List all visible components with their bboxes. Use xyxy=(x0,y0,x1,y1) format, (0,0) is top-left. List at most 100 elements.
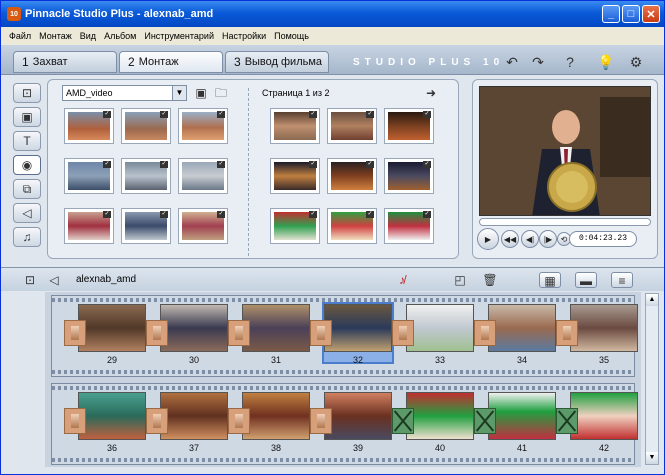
transition-placeholder-icon[interactable] xyxy=(310,320,332,346)
transition-placeholder-icon[interactable] xyxy=(64,408,86,434)
menu-settings[interactable]: Настройки xyxy=(218,31,270,41)
trash-icon[interactable]: 🗑 xyxy=(481,272,499,288)
storyboard-clip[interactable]: 29 xyxy=(78,304,146,365)
menu-file[interactable]: Файл xyxy=(5,31,35,41)
tab-sound-icon[interactable]: ◁ xyxy=(13,203,41,223)
transition-placeholder-icon[interactable] xyxy=(392,320,414,346)
album-thumbnail[interactable]: ✓ xyxy=(327,208,377,244)
storyboard-clip[interactable]: 32 xyxy=(322,302,394,365)
transition-icon[interactable] xyxy=(392,408,414,434)
album-thumbnail[interactable]: ✓ xyxy=(270,158,320,194)
album-thumbnail[interactable]: ✓ xyxy=(384,208,434,244)
tab-menus-icon[interactable]: ⧉ xyxy=(13,179,41,199)
storyboard-clip[interactable]: 40 xyxy=(406,392,474,453)
menu-edit[interactable]: Монтаж xyxy=(35,31,76,41)
tab-titles-icon[interactable]: T xyxy=(13,131,41,151)
rewind-button[interactable]: ◀◀ xyxy=(501,230,519,248)
storyboard-clip[interactable]: 38 xyxy=(242,392,310,453)
tab-video-icon[interactable]: ⊡ xyxy=(13,83,41,103)
video-toolbox-icon[interactable]: ◰ xyxy=(451,272,469,288)
album-folder-select[interactable]: AMD_video ▼ xyxy=(62,85,187,101)
maximize-button[interactable]: □ xyxy=(622,5,640,23)
storyboard-clip[interactable]: 35 xyxy=(570,304,638,365)
tab-transitions-icon[interactable]: ▣ xyxy=(13,107,41,127)
text-view-button[interactable]: ≡ xyxy=(611,272,633,288)
scrubber-bar[interactable] xyxy=(479,218,651,226)
album-thumbnail[interactable]: ✓ xyxy=(64,208,114,244)
tab-make-movie[interactable]: 3 Вывод фильма xyxy=(225,51,329,73)
album-thumbnail[interactable]: ✓ xyxy=(64,158,114,194)
timeline-view-button[interactable]: ▬ xyxy=(575,272,597,288)
chevron-down-icon[interactable]: ▼ xyxy=(172,86,186,100)
storyboard-view-button[interactable]: ▦ xyxy=(539,272,561,288)
transition-placeholder-icon[interactable] xyxy=(310,408,332,434)
storyboard-clip[interactable]: 42 xyxy=(570,392,638,453)
clip-thumbnail xyxy=(570,392,638,440)
settings-icon[interactable]: ⚙ xyxy=(627,53,645,71)
transition-placeholder-icon[interactable] xyxy=(146,408,168,434)
transition-icon[interactable] xyxy=(474,408,496,434)
clip-thumbnail xyxy=(570,304,638,352)
storyboard-clip[interactable]: 37 xyxy=(160,392,228,453)
help-icon[interactable]: ? xyxy=(561,53,579,71)
album-thumbnail[interactable]: ✓ xyxy=(327,108,377,144)
tab-edit[interactable]: 2 Монтаж xyxy=(119,51,223,73)
tab-photos-icon[interactable]: ◉ xyxy=(13,155,41,175)
album-thumbnail[interactable]: ✓ xyxy=(64,108,114,144)
clip-number: 42 xyxy=(598,443,609,453)
redo-icon[interactable]: ↷ xyxy=(529,53,547,71)
scroll-up-icon[interactable]: ▲ xyxy=(646,294,658,306)
play-button[interactable]: ▶ xyxy=(477,228,499,250)
next-frame-button[interactable]: |▶ xyxy=(539,230,557,248)
album-thumbnail[interactable]: ✓ xyxy=(121,208,171,244)
transition-placeholder-icon[interactable] xyxy=(556,320,578,346)
menu-help[interactable]: Помощь xyxy=(270,31,313,41)
tip-icon[interactable]: 💡 xyxy=(597,53,615,71)
transition-placeholder-icon[interactable] xyxy=(228,320,250,346)
album-thumbnail[interactable]: ✓ xyxy=(384,108,434,144)
minimize-button[interactable]: _ xyxy=(602,5,620,23)
prev-frame-button[interactable]: ◀| xyxy=(521,230,539,248)
checkmark-icon: ✓ xyxy=(217,111,225,118)
scroll-down-icon[interactable]: ▼ xyxy=(646,452,658,464)
storyboard-clip[interactable]: 33 xyxy=(406,304,474,365)
album-thumbnail[interactable]: ✓ xyxy=(327,158,377,194)
transition-placeholder-icon[interactable] xyxy=(228,408,250,434)
menu-album[interactable]: Альбом xyxy=(100,31,140,41)
storyboard-clip[interactable]: 36 xyxy=(78,392,146,453)
storyboard-clip[interactable]: 30 xyxy=(160,304,228,365)
tab-music-icon[interactable]: ♫ xyxy=(13,227,41,247)
album-thumbnail[interactable]: ✓ xyxy=(270,208,320,244)
audio-track-icon[interactable]: ◁ xyxy=(45,272,63,288)
clip-number: 37 xyxy=(188,443,199,453)
storyboard-clip[interactable]: 34 xyxy=(488,304,556,365)
storyboard-clip[interactable]: 31 xyxy=(242,304,310,365)
transition-placeholder-icon[interactable] xyxy=(474,320,496,346)
transition-placeholder-icon[interactable] xyxy=(146,320,168,346)
title-bar[interactable]: 10 Pinnacle Studio Plus - alexnab_amd _ … xyxy=(1,1,664,27)
album-thumbnail[interactable]: ✓ xyxy=(178,158,228,194)
album-thumbnail[interactable]: ✓ xyxy=(178,208,228,244)
album-thumbnail[interactable]: ✓ xyxy=(121,108,171,144)
album-thumbnail[interactable]: ✓ xyxy=(178,108,228,144)
menu-toolbox[interactable]: Инструментарий xyxy=(140,31,218,41)
video-track-icon[interactable]: ⊡ xyxy=(21,272,39,288)
tab-capture[interactable]: 1 Захват xyxy=(13,51,117,73)
mute-icon[interactable]: ♪̸ xyxy=(393,272,411,288)
menu-view[interactable]: Вид xyxy=(76,31,100,41)
storyboard-clip[interactable]: 41 xyxy=(488,392,556,453)
next-page-icon[interactable]: ➜ xyxy=(424,86,438,100)
album-thumbnail[interactable]: ✓ xyxy=(270,108,320,144)
storyboard-scrollbar[interactable]: ▲ ▼ xyxy=(645,293,659,465)
transition-placeholder-icon[interactable] xyxy=(64,320,86,346)
storyboard-row-1: 29 30 31 32 33 34 35 xyxy=(51,295,638,377)
undo-icon[interactable]: ↶ xyxy=(503,53,521,71)
album-thumbnail[interactable]: ✓ xyxy=(384,158,434,194)
album-thumbnail[interactable]: ✓ xyxy=(121,158,171,194)
timecode-field[interactable]: 0:04:23.23 xyxy=(569,231,637,247)
close-button[interactable]: ✕ xyxy=(642,5,660,23)
transition-icon[interactable] xyxy=(556,408,578,434)
storyboard-clip[interactable]: 39 xyxy=(324,392,392,453)
folder-up-icon[interactable]: ▣ xyxy=(194,86,208,100)
folder-open-icon[interactable]: 🗀 xyxy=(214,86,228,100)
